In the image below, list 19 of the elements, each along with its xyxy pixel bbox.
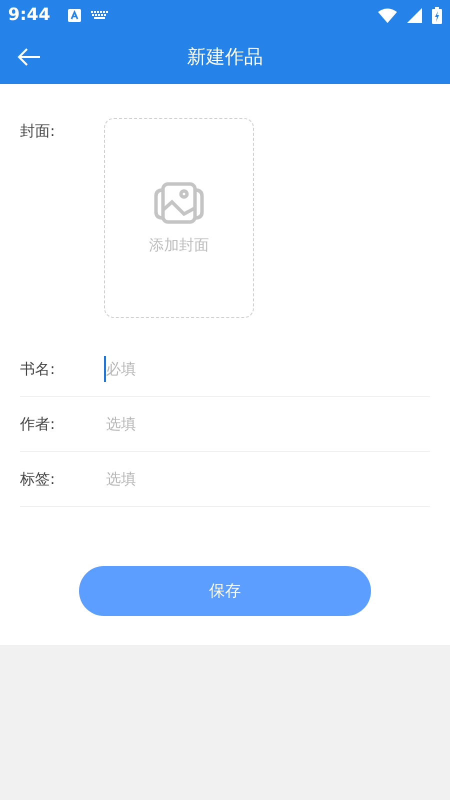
add-cover-button[interactable]: 添加封面 (104, 118, 254, 318)
status-time: 9:44 (8, 5, 50, 25)
keyboard-icon (91, 10, 108, 20)
screen-title: 新建作品 (187, 45, 263, 70)
save-button[interactable]: 保存 (79, 566, 371, 616)
back-arrow-icon (17, 48, 41, 66)
field-label: 作者: (20, 414, 56, 434)
font-app-icon (68, 8, 82, 22)
battery-charging-icon (432, 6, 442, 24)
wifi-icon (378, 8, 397, 22)
signal-icon (407, 8, 422, 22)
back-button[interactable] (17, 48, 41, 66)
input-field[interactable]: 选填 (104, 415, 430, 433)
input-field[interactable]: 选填 (104, 470, 430, 488)
image-icon (154, 182, 204, 224)
field-label: 封面: (20, 122, 56, 142)
field-label: 书名: (20, 360, 56, 378)
field-label: 标签: (20, 470, 56, 488)
input-field[interactable]: 必填 (104, 356, 430, 382)
